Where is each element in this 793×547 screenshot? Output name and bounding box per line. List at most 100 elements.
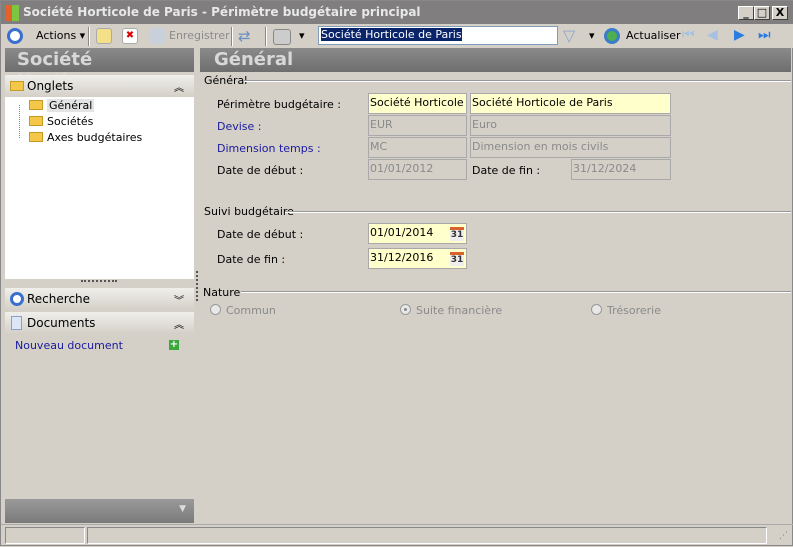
folder-icon: [29, 132, 43, 142]
tree-item-general[interactable]: Général: [29, 99, 95, 112]
separator: [231, 27, 233, 46]
radio-label: Suite financière: [416, 304, 503, 317]
maximize-button[interactable]: □: [754, 6, 770, 20]
calendar-icon[interactable]: 31: [450, 227, 464, 241]
last-record-icon[interactable]: ⏭: [758, 27, 771, 43]
filter-icon[interactable]: ▽: [563, 26, 575, 45]
collapse-chevron-icon[interactable]: ︽: [174, 316, 184, 331]
start-date-label: Date de début :: [217, 164, 304, 177]
toolbar: Actions ▾ ✖ Enregistrer ⇄ ▾ Société Hort…: [1, 24, 793, 48]
radio-suite-financiere[interactable]: Suite financière: [400, 304, 502, 317]
documents-label: Documents: [27, 316, 96, 330]
start-date-input: 01/01/2012: [368, 159, 467, 180]
tree-item-societes[interactable]: Sociétés: [29, 115, 93, 128]
target-icon[interactable]: [7, 28, 23, 44]
devise-name-input: Euro: [470, 115, 671, 136]
refresh-button[interactable]: Actualiser: [626, 29, 681, 42]
sync-icon[interactable]: ⇄: [238, 27, 251, 45]
open-folder-icon: [29, 100, 43, 110]
folder-icon: [29, 116, 43, 126]
filter-dropdown-icon[interactable]: ▾: [589, 29, 595, 42]
end-date-label: Date de fin :: [472, 164, 541, 177]
general-group-label: Général: [204, 74, 248, 87]
dimension-temps-link[interactable]: Dimension temps :: [217, 142, 321, 155]
radio-tresorerie[interactable]: Trésorerie: [591, 304, 661, 317]
divider: [244, 80, 791, 82]
radio-icon: [591, 304, 602, 315]
separator: [265, 27, 267, 46]
actions-menu[interactable]: Actions ▾: [36, 29, 85, 42]
dimension-name-input: Dimension en mois civils: [470, 137, 671, 158]
folder-icon: [10, 81, 24, 91]
status-cell: [5, 527, 85, 544]
tree-item-axes[interactable]: Axes budgétaires: [29, 131, 142, 144]
main-panel-header: Général: [200, 48, 791, 72]
devise-link[interactable]: Devise :: [217, 120, 262, 133]
suivi-end-value: 31/12/2016: [370, 251, 434, 264]
radio-icon: [210, 304, 221, 315]
tree-item-label: Axes budgétaires: [47, 131, 143, 144]
status-bar: ⋰: [1, 524, 793, 547]
recherche-label: Recherche: [27, 292, 91, 306]
radio-selected-icon: [400, 304, 411, 315]
delete-icon[interactable]: ✖: [122, 28, 138, 44]
refresh-icon[interactable]: [604, 28, 620, 44]
first-record-icon[interactable]: ⏮: [682, 27, 695, 43]
perimetre-code-input[interactable]: Société Horticole de: [368, 93, 467, 114]
tabs-tree: Général Sociétés Axes budgétaires: [5, 97, 194, 279]
main-title: Général: [214, 49, 294, 70]
splitter-handle[interactable]: [81, 280, 117, 282]
close-button[interactable]: X: [772, 6, 788, 20]
suivi-group-label: Suivi budgétaire: [204, 205, 294, 218]
save-button[interactable]: Enregistrer: [169, 29, 230, 42]
suivi-end-label: Date de fin :: [217, 253, 286, 266]
suivi-start-input[interactable]: 01/01/2014 31: [368, 223, 467, 244]
actions-label: Actions: [36, 29, 77, 42]
collapse-chevron-icon[interactable]: ︽: [174, 79, 184, 94]
separator: [88, 27, 90, 46]
status-cell: [87, 527, 767, 544]
add-document-icon[interactable]: +: [169, 340, 179, 350]
print-dropdown-icon[interactable]: ▾: [299, 29, 305, 42]
tree-item-label: Général: [47, 99, 95, 112]
end-date-input: 31/12/2024: [571, 159, 671, 180]
perimetre-label: Périmètre budgétaire :: [217, 98, 341, 111]
documents-header[interactable]: Documents ︽: [5, 312, 194, 334]
divider: [241, 291, 791, 293]
search-input[interactable]: Société Horticole de Paris: [318, 26, 558, 45]
devise-code-input: EUR: [368, 115, 467, 136]
search-target-icon: [10, 292, 24, 306]
nature-group-label: Nature: [203, 286, 241, 299]
vertical-splitter[interactable]: [196, 271, 198, 301]
new-icon[interactable]: [96, 28, 112, 44]
calendar-icon[interactable]: 31: [450, 252, 464, 266]
left-panel-header: Société Hortico.. «: [5, 48, 194, 91]
suivi-start-value: 01/01/2014: [370, 226, 434, 239]
minimize-button[interactable]: _: [738, 6, 754, 20]
radio-label: Trésorerie: [607, 304, 662, 317]
print-icon[interactable]: [273, 29, 291, 45]
new-document-link[interactable]: Nouveau document: [15, 339, 123, 352]
document-icon: [11, 316, 22, 330]
title-bar: Société Horticole de Paris - Périmètre b…: [1, 1, 793, 24]
next-record-icon[interactable]: ▶: [734, 27, 745, 43]
previous-record-icon[interactable]: ◀: [707, 27, 718, 43]
app-logo-icon: [5, 5, 19, 21]
recherche-header[interactable]: Recherche ︾: [5, 288, 194, 310]
window-title: Société Horticole de Paris - Périmètre b…: [23, 5, 421, 19]
suivi-end-input[interactable]: 31/12/2016 31: [368, 248, 467, 269]
onglets-label: Onglets: [27, 79, 74, 93]
dimension-code-input: MC: [368, 137, 467, 158]
panel-footer[interactable]: ▼: [5, 499, 194, 523]
tree-lines: [19, 105, 20, 138]
save-icon: [149, 28, 165, 44]
radio-commun[interactable]: Commun: [210, 304, 276, 317]
divider: [285, 211, 791, 213]
suivi-start-label: Date de début :: [217, 228, 304, 241]
resize-grip-icon[interactable]: ⋰: [779, 531, 788, 541]
radio-label: Commun: [226, 304, 276, 317]
search-value: Société Horticole de Paris: [321, 28, 462, 41]
perimetre-name-input[interactable]: Société Horticole de Paris: [470, 93, 671, 114]
onglets-header[interactable]: Onglets ︽: [5, 75, 194, 97]
expand-chevron-icon[interactable]: ︾: [174, 292, 184, 307]
